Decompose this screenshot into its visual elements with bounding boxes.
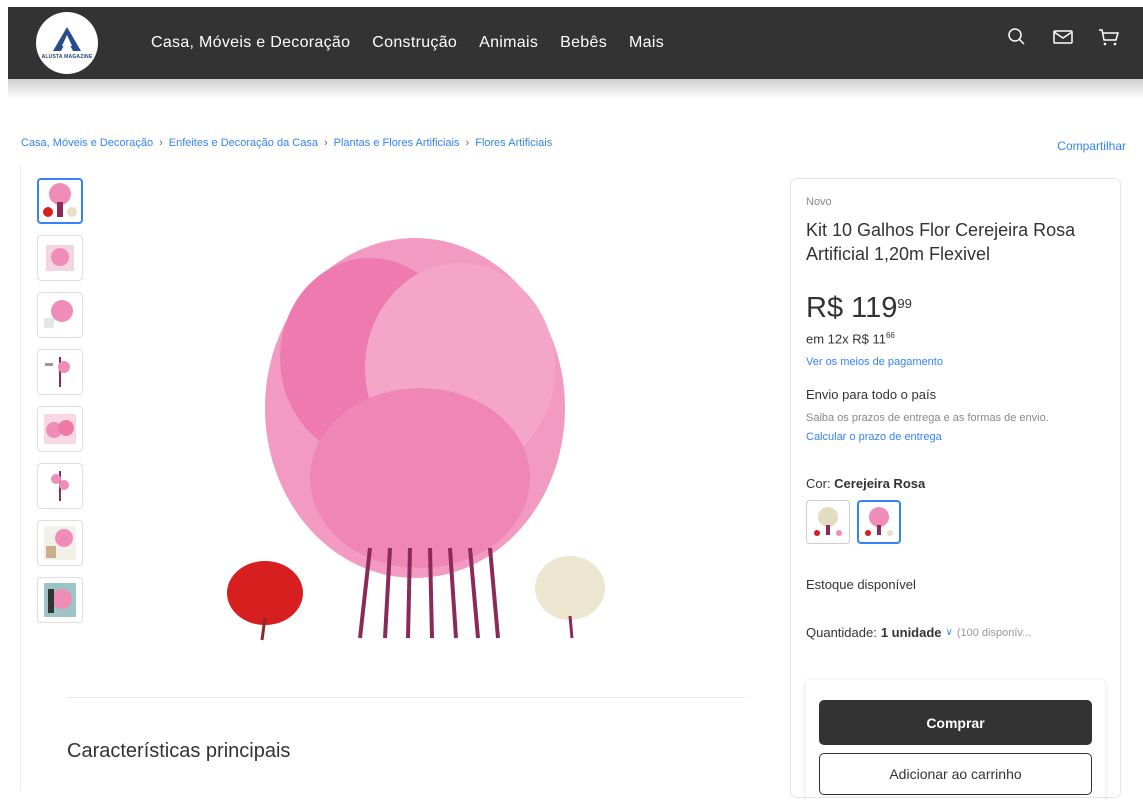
shipping-title: Envio para todo o país	[806, 387, 937, 402]
cart-icon[interactable]	[1097, 25, 1121, 49]
quantity-available: (100 disponív...	[956, 626, 1032, 639]
search-icon[interactable]	[1005, 25, 1029, 49]
mail-icon[interactable]	[1051, 25, 1075, 49]
white-bouquet	[535, 556, 605, 639]
thumbnail[interactable]	[37, 463, 83, 509]
nav-casa-moveis[interactable]: Casa, Móveis e Decoração	[151, 34, 350, 52]
calculate-shipping-link[interactable]: Calcular o prazo de entrega	[806, 431, 942, 443]
color-swatch-white[interactable]	[806, 500, 850, 544]
quantity-value[interactable]: 1 unidade	[881, 625, 942, 640]
breadcrumb-item[interactable]: Flores Artificiais	[475, 137, 552, 149]
section-divider	[67, 697, 745, 698]
payment-methods-link[interactable]: Ver os meios de pagamento	[806, 356, 943, 368]
thumbnail[interactable]	[37, 178, 83, 224]
price: R$ 11999	[806, 292, 912, 325]
thumbnail[interactable]	[37, 349, 83, 395]
nav-bebes[interactable]: Bebês	[560, 34, 607, 52]
buy-button[interactable]: Comprar	[819, 700, 1092, 745]
red-bouquet	[227, 561, 303, 641]
breadcrumb-item[interactable]: Enfeites e Decoração da Casa	[169, 137, 318, 149]
chevron-right-icon: ›	[465, 137, 470, 149]
chevron-down-icon[interactable]: ∨	[946, 627, 953, 638]
pink-bouquet	[265, 238, 565, 578]
color-selector-label: Cor: Cerejeira Rosa	[806, 476, 925, 491]
logo-mark-icon	[53, 27, 81, 51]
features-title: Características principais	[67, 740, 291, 762]
price-cents: 99	[897, 296, 912, 311]
nav-animais[interactable]: Animais	[479, 34, 538, 52]
installments-cents: 66	[885, 331, 895, 340]
breadcrumb-item[interactable]: Casa, Móveis e Decoração	[21, 137, 153, 149]
nav-mais[interactable]: Mais	[629, 34, 664, 52]
condition-label: Novo	[806, 196, 832, 208]
product-main-image[interactable]	[220, 228, 620, 643]
nav-construcao[interactable]: Construção	[372, 34, 457, 52]
color-swatches	[806, 500, 901, 544]
stock-status: Estoque disponível	[806, 577, 916, 592]
quantity-selector[interactable]: Quantidade: 1 unidade ∨ (100 disponív...	[806, 625, 1031, 640]
product-title: Kit 10 Galhos Flor Cerejeira Rosa Artifi…	[806, 220, 1076, 264]
breadcrumb-item[interactable]: Plantas e Flores Artificiais	[334, 137, 460, 149]
header-icons	[1005, 25, 1121, 49]
quantity-label: Quantidade:	[806, 625, 877, 640]
chevron-right-icon: ›	[323, 137, 328, 149]
thumbnail-gallery	[37, 178, 83, 623]
thumbnail[interactable]	[37, 577, 83, 623]
color-value: Cerejeira Rosa	[834, 476, 926, 491]
color-swatch-pink[interactable]	[857, 500, 901, 544]
main-nav: Casa, Móveis e Decoração Construção Anim…	[151, 7, 664, 79]
price-main: R$ 119	[806, 292, 898, 324]
logo-text: ALUSTA MAGAZINE	[41, 54, 93, 60]
thumbnail[interactable]	[37, 520, 83, 566]
thumbnail[interactable]	[37, 235, 83, 281]
thumbnail[interactable]	[37, 406, 83, 452]
installments: em 12x R$ 1166	[806, 331, 895, 346]
store-logo[interactable]: ALUSTA MAGAZINE	[36, 12, 98, 74]
add-to-cart-button[interactable]: Adicionar ao carrinho	[819, 753, 1092, 795]
chevron-right-icon: ›	[159, 137, 163, 149]
header-shadow	[8, 79, 1143, 99]
thumbnail[interactable]	[37, 292, 83, 338]
share-link[interactable]: Compartilhar	[1057, 139, 1126, 153]
top-navbar: ALUSTA MAGAZINE Casa, Móveis e Decoração…	[8, 7, 1143, 79]
installments-text: em 12x R$ 11	[806, 331, 886, 347]
color-label: Cor:	[806, 476, 835, 491]
breadcrumb: Casa, Móveis e Decoração › Enfeites e De…	[21, 137, 552, 149]
shipping-info: Saiba os prazos de entrega e as formas d…	[806, 412, 1049, 424]
